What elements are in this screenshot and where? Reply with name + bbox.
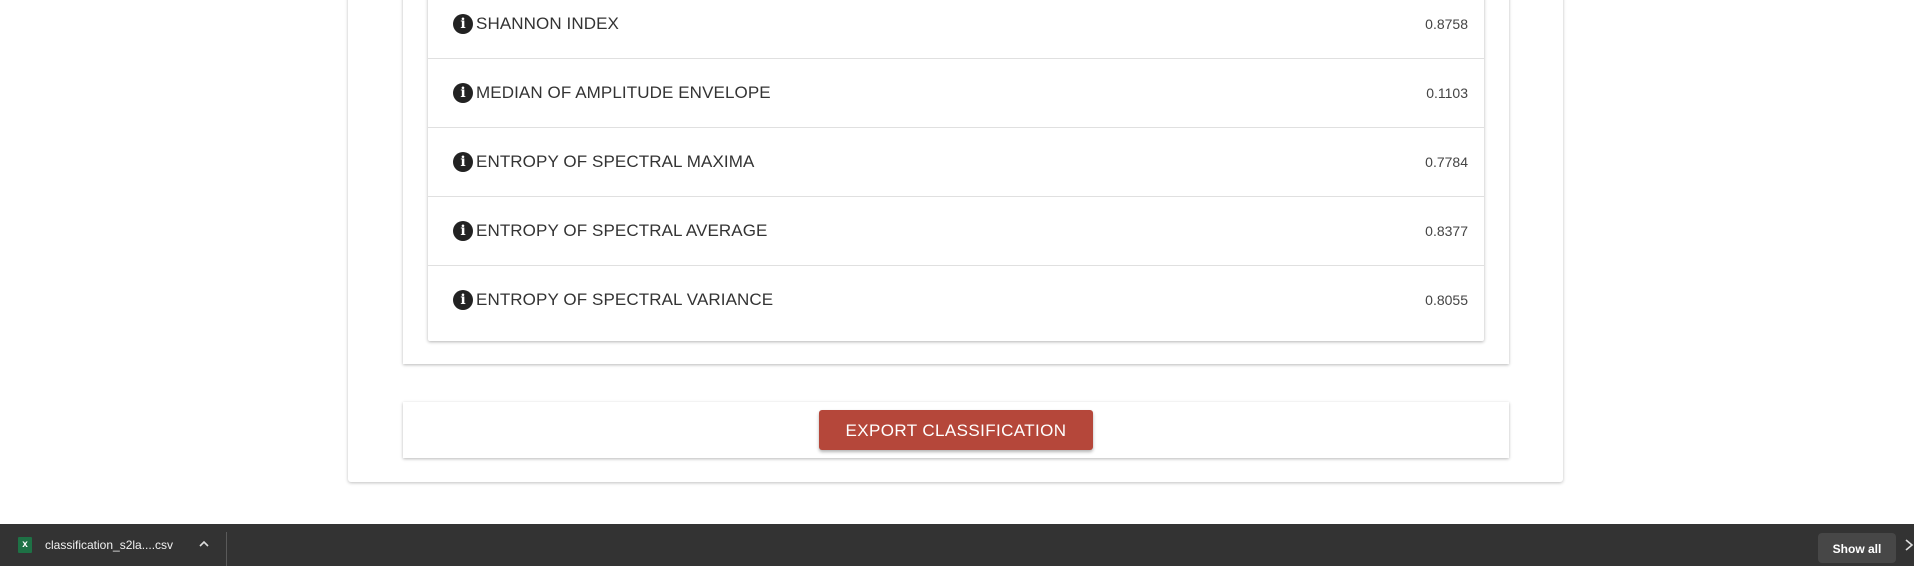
info-icon[interactable]: i (453, 14, 473, 34)
metric-value: 0.1103 (1426, 85, 1468, 101)
chevron-up-icon[interactable] (196, 536, 212, 552)
metric-row-entropy-spectral-maxima: i ENTROPY OF SPECTRAL MAXIMA 0.7784 (428, 128, 1484, 197)
metric-label: ENTROPY OF SPECTRAL VARIANCE (476, 290, 774, 309)
metric-value: 0.8758 (1425, 16, 1468, 32)
metric-row-median-amplitude-envelope: i MEDIAN OF AMPLITUDE ENVELOPE 0.1103 (428, 59, 1484, 128)
info-icon[interactable]: i (453, 152, 473, 172)
metric-value: 0.8055 (1425, 292, 1468, 308)
excel-icon: x (18, 537, 32, 553)
metric-label: ENTROPY OF SPECTRAL MAXIMA (476, 152, 755, 171)
metric-row-entropy-spectral-average: i ENTROPY OF SPECTRAL AVERAGE 0.8377 (428, 197, 1484, 266)
download-bar-divider (226, 532, 227, 566)
info-icon[interactable]: i (453, 221, 473, 241)
metric-label: ENTROPY OF SPECTRAL AVERAGE (476, 221, 768, 240)
metric-label: SHANNON INDEX (476, 14, 619, 33)
show-all-button[interactable]: Show all (1818, 533, 1896, 563)
info-icon[interactable]: i (453, 290, 473, 310)
download-item[interactable]: x classification_s2la....csv (0, 524, 226, 566)
metric-value: 0.8377 (1425, 223, 1468, 239)
info-icon[interactable]: i (453, 83, 473, 103)
metric-label: MEDIAN OF AMPLITUDE ENVELOPE (476, 83, 771, 102)
close-icon[interactable] (1904, 538, 1914, 552)
metric-row-shannon-index: i SHANNON INDEX 0.8758 (428, 0, 1484, 59)
export-classification-button[interactable]: EXPORT CLASSIFICATION (819, 410, 1093, 450)
metrics-list: i SHANNON INDEX 0.8758 i MEDIAN OF AMPLI… (428, 0, 1484, 341)
download-bar: x classification_s2la....csv Show all (0, 524, 1914, 566)
metric-row-entropy-spectral-variance: i ENTROPY OF SPECTRAL VARIANCE 0.8055 (428, 266, 1484, 335)
download-file-name: classification_s2la....csv (45, 538, 174, 552)
metric-value: 0.7784 (1425, 154, 1468, 170)
